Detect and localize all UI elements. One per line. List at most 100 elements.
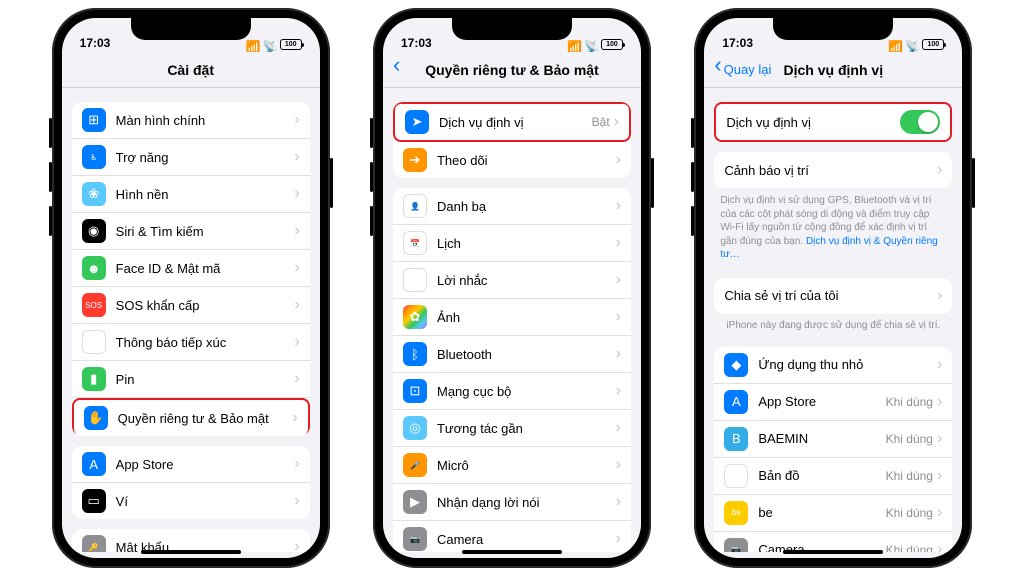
group-3: 🔑Mật khẩu›✉Mail›: [72, 529, 310, 552]
row-value: Khi dùng: [886, 469, 933, 483]
battery-icon: 100: [601, 39, 623, 50]
wallet-icon: ▭: [82, 489, 106, 513]
phone-mock-3: 17:03 📶 📡 100 Quay lại Dịch vụ định vị D…: [694, 8, 972, 568]
row-label: Ví: [116, 494, 295, 509]
phone-mock-2: 17:03 📶 📡 100 Quyền riêng tư & Bảo mật ➤…: [373, 8, 651, 568]
nav-title: Quyền riêng tư & Bảo mật: [383, 52, 641, 88]
list-item[interactable]: SOSSOS khẩn cấp›: [72, 287, 310, 324]
list-item[interactable]: ᛒBluetooth›: [393, 336, 631, 373]
baemin-icon: B: [724, 427, 748, 451]
row-label: Trợ năng: [116, 150, 295, 165]
row-label: Ảnh: [437, 310, 616, 325]
nav-title: Cài đặt: [62, 52, 320, 88]
list-item[interactable]: ⊞Màn hình chính›: [72, 102, 310, 139]
list-item[interactable]: ☻ Face ID & Mật mã›: [72, 250, 310, 287]
list-item[interactable]: 📷Camera›: [393, 521, 631, 552]
list-item[interactable]: AApp Store›: [72, 446, 310, 483]
list-item[interactable]: 🔑Mật khẩu›: [72, 529, 310, 552]
list-item[interactable]: BBAEMINKhi dùng›: [714, 421, 952, 458]
chevron-right-icon: ›: [937, 504, 942, 522]
row-label: Thông báo tiếp xúc: [116, 335, 295, 350]
list-item[interactable]: ➔Theo dõi›: [393, 142, 631, 178]
list-item[interactable]: ◉Siri & Tìm kiếm›: [72, 213, 310, 250]
list-item[interactable]: 🎤Micrô›: [393, 447, 631, 484]
chevron-right-icon: ›: [616, 419, 621, 437]
list-item[interactable]: 🗺Bản đồKhi dùng›: [714, 458, 952, 495]
list-item[interactable]: ✿Ảnh›: [393, 299, 631, 336]
row-label: Micrô: [437, 458, 616, 473]
toggle-label: Dịch vụ định vị: [726, 115, 900, 130]
wifi-icon: 📡: [905, 40, 919, 50]
row-label: Hình nền: [116, 187, 295, 202]
row-label: Face ID & Mật mã: [116, 261, 295, 276]
appstore-icon: A: [724, 390, 748, 414]
calendar-icon: 📅: [403, 231, 427, 255]
home-indicator[interactable]: [462, 550, 562, 554]
chevron-right-icon: ›: [616, 382, 621, 400]
list-item[interactable]: AApp StoreKhi dùng›: [714, 384, 952, 421]
wifi-icon: 📡: [584, 40, 598, 50]
contacts-icon: 👤: [403, 194, 427, 218]
location-alert-row[interactable]: Cảnh báo vị trí ›: [714, 152, 952, 188]
list-item[interactable]: ⋮Lời nhắc›: [393, 262, 631, 299]
list-item[interactable]: bebeKhi dùng›: [714, 495, 952, 532]
chevron-right-icon: ›: [616, 493, 621, 511]
tracking-icon: ➔: [403, 148, 427, 172]
location-toggle-row[interactable]: Dịch vụ định vị: [716, 104, 950, 140]
row-label: Nhận dạng lời nói: [437, 495, 616, 510]
list-item[interactable]: 📷CameraKhi dùng›: [714, 532, 952, 553]
chevron-right-icon: ›: [294, 296, 299, 314]
passwords-icon: 🔑: [82, 535, 106, 552]
chevron-right-icon: ›: [294, 259, 299, 277]
toggle-switch[interactable]: [900, 110, 940, 134]
exposure-icon: ✱: [82, 330, 106, 354]
row-value: Bật: [592, 115, 610, 129]
faceid-icon: ☻: [82, 256, 106, 280]
wifi-icon: 📡: [263, 40, 277, 50]
list-item[interactable]: ⊡Mạng cục bộ›: [393, 373, 631, 410]
home-indicator[interactable]: [141, 550, 241, 554]
maps-icon: 🗺: [724, 464, 748, 488]
list-item[interactable]: ▮Pin›: [72, 361, 310, 398]
chevron-right-icon: ›: [616, 456, 621, 474]
back-button[interactable]: Quay lại: [714, 62, 771, 77]
privacy-content[interactable]: ➤Dịch vụ định vịBật›➔Theo dõi› 👤Danh bạ›…: [383, 88, 641, 552]
alert-group: Cảnh báo vị trí ›: [714, 152, 952, 188]
chevron-right-icon: ›: [616, 151, 621, 169]
settings-content[interactable]: ⊞Màn hình chính›♿︎Trợ năng›❀Hình nền›◉Si…: [62, 88, 320, 552]
list-item[interactable]: ♿︎Trợ năng›: [72, 139, 310, 176]
status-time: 17:03: [401, 36, 432, 50]
group-2: AApp Store› ▭ Ví›: [72, 446, 310, 519]
list-item[interactable]: 📅Lịch›: [393, 225, 631, 262]
list-item[interactable]: ▭ Ví›: [72, 483, 310, 519]
home-indicator[interactable]: [783, 550, 883, 554]
list-item[interactable]: ➤Dịch vụ định vịBật›: [393, 102, 631, 142]
chevron-right-icon: ›: [937, 287, 942, 305]
list-item[interactable]: 👤Danh bạ›: [393, 188, 631, 225]
row-label: Dịch vụ định vị: [439, 115, 592, 130]
list-item[interactable]: ❀Hình nền›: [72, 176, 310, 213]
back-button[interactable]: [393, 62, 400, 77]
share-note: iPhone này đang được sử dụng để chia sẻ …: [704, 314, 962, 337]
list-item[interactable]: ▶Nhận dạng lời nói›: [393, 484, 631, 521]
chevron-right-icon: ›: [616, 308, 621, 326]
location-content[interactable]: Dịch vụ định vị Cảnh báo vị trí › Dịch v…: [704, 88, 962, 552]
list-item[interactable]: ◆Ứng dụng thu nhỏ›: [714, 347, 952, 384]
bluetooth-icon: ᛒ: [403, 342, 427, 366]
chevron-right-icon: ›: [294, 492, 299, 510]
chevron-right-icon: ›: [937, 161, 942, 179]
chevron-right-icon: ›: [294, 370, 299, 388]
row-value: Khi dùng: [886, 543, 933, 553]
share-location-row[interactable]: Chia sẻ vị trí của tôi ›: [714, 278, 952, 314]
list-item[interactable]: ✱Thông báo tiếp xúc›: [72, 324, 310, 361]
siri-icon: ◉: [82, 219, 106, 243]
row-label: Màn hình chính: [116, 113, 295, 128]
chevron-right-icon: ›: [937, 467, 942, 485]
row-value: Khi dùng: [886, 395, 933, 409]
chevron-right-icon: ›: [937, 356, 942, 374]
row-value: Khi dùng: [886, 432, 933, 446]
list-item[interactable]: ✋Quyền riêng tư & Bảo mật›: [72, 398, 310, 436]
nav-title: Quay lại Dịch vụ định vị: [704, 52, 962, 88]
phone-mock-1: 17:03 📶 📡 100 Cài đặt ⊞Màn hình chính›♿︎…: [52, 8, 330, 568]
list-item[interactable]: ◎Tương tác gần›: [393, 410, 631, 447]
